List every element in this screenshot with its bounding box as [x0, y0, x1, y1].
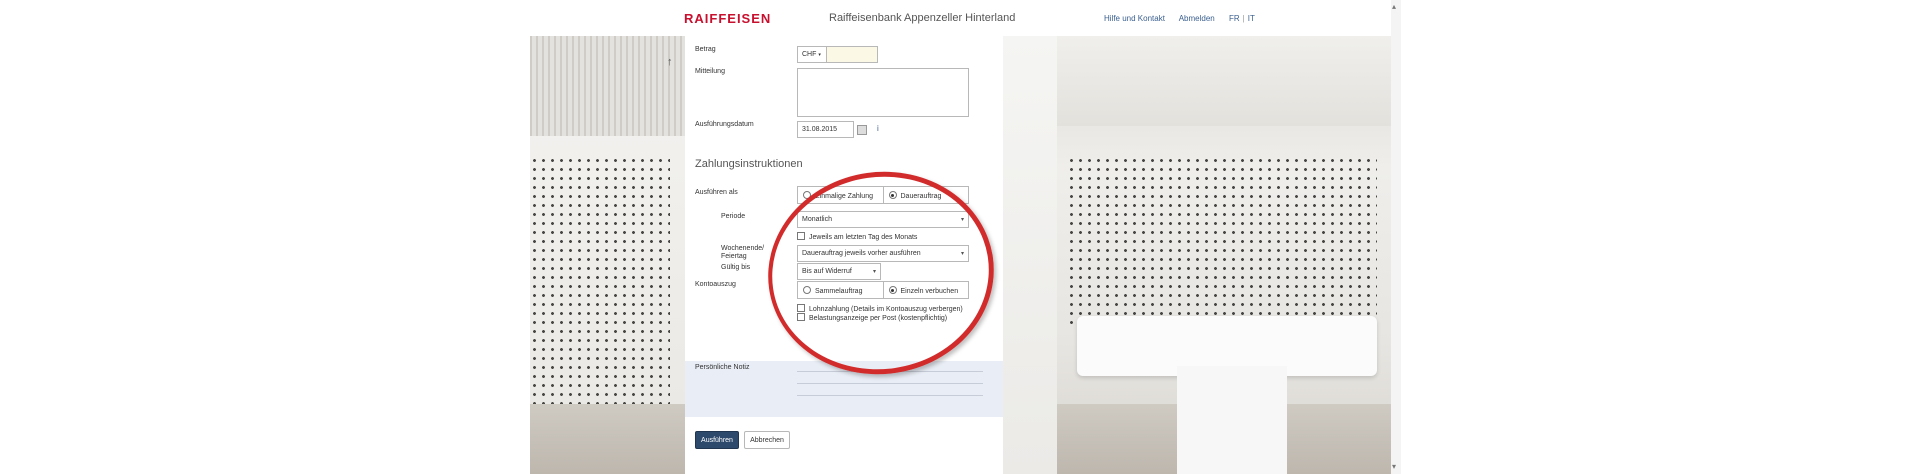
top-links: Hilfe und Kontakt Abmelden FR | IT: [1104, 14, 1267, 23]
raiffeisen-logo[interactable]: RAIFFEISEN: [684, 11, 771, 26]
currency-value: CHF: [802, 51, 817, 58]
scroll-down-icon[interactable]: ▾: [1392, 462, 1396, 471]
weekend-label-line1: Wochenende/: [721, 245, 765, 252]
personal-note-label: Persönliche Notiz: [695, 364, 750, 371]
lang-it-link[interactable]: IT: [1248, 14, 1255, 23]
logout-link[interactable]: Abmelden: [1179, 14, 1215, 23]
back-arrow-icon[interactable]: ↑: [667, 56, 673, 68]
lang-fr-link[interactable]: FR: [1229, 14, 1240, 23]
reception-desk-base: [1177, 366, 1287, 474]
scrollbar[interactable]: ▴ ▾: [1391, 0, 1401, 474]
bank-name: Raiffeisenbank Appenzeller Hinterland: [829, 12, 1016, 24]
execution-date-input[interactable]: 31.08.2015: [797, 121, 854, 138]
top-bar: RAIFFEISEN Raiffeisenbank Appenzeller Hi…: [0, 0, 1920, 36]
background-photo-middle: [1003, 36, 1057, 474]
ceiling-texture: [530, 36, 685, 136]
ceiling-texture: [1057, 36, 1391, 126]
scroll-up-icon[interactable]: ▴: [1392, 2, 1396, 11]
info-icon[interactable]: i: [877, 124, 879, 133]
perforated-wall: [530, 156, 670, 426]
currency-caret-icon: ▾: [818, 52, 821, 58]
amount-input[interactable]: [826, 46, 878, 63]
amount-label: Betrag: [695, 46, 716, 53]
execute-as-label: Ausführen als: [695, 189, 738, 196]
section-title-payment-instructions: Zahlungsinstruktionen: [695, 158, 803, 170]
background-photo-left: [530, 36, 685, 474]
execution-date-label: Ausführungsdatum: [695, 121, 754, 128]
note-line: [797, 383, 983, 384]
message-textarea[interactable]: [797, 68, 969, 117]
cancel-button[interactable]: Abbrechen: [744, 431, 790, 449]
execute-button[interactable]: Ausführen: [695, 431, 739, 449]
statement-label: Kontoauszug: [695, 281, 736, 288]
floor: [530, 404, 685, 474]
period-label: Periode: [721, 213, 746, 220]
background-photo-right: [1057, 36, 1391, 474]
help-link[interactable]: Hilfe und Kontakt: [1104, 14, 1165, 23]
note-line: [797, 395, 983, 396]
perforated-wall: [1067, 156, 1377, 326]
lang-separator: |: [1242, 14, 1245, 23]
calendar-icon[interactable]: [857, 125, 867, 135]
weekend-label-line2: Feiertag: [721, 253, 747, 260]
valid-until-label: Gültig bis: [721, 264, 751, 271]
currency-select[interactable]: CHF ▾: [797, 46, 826, 63]
message-label: Mitteilung: [695, 68, 725, 75]
